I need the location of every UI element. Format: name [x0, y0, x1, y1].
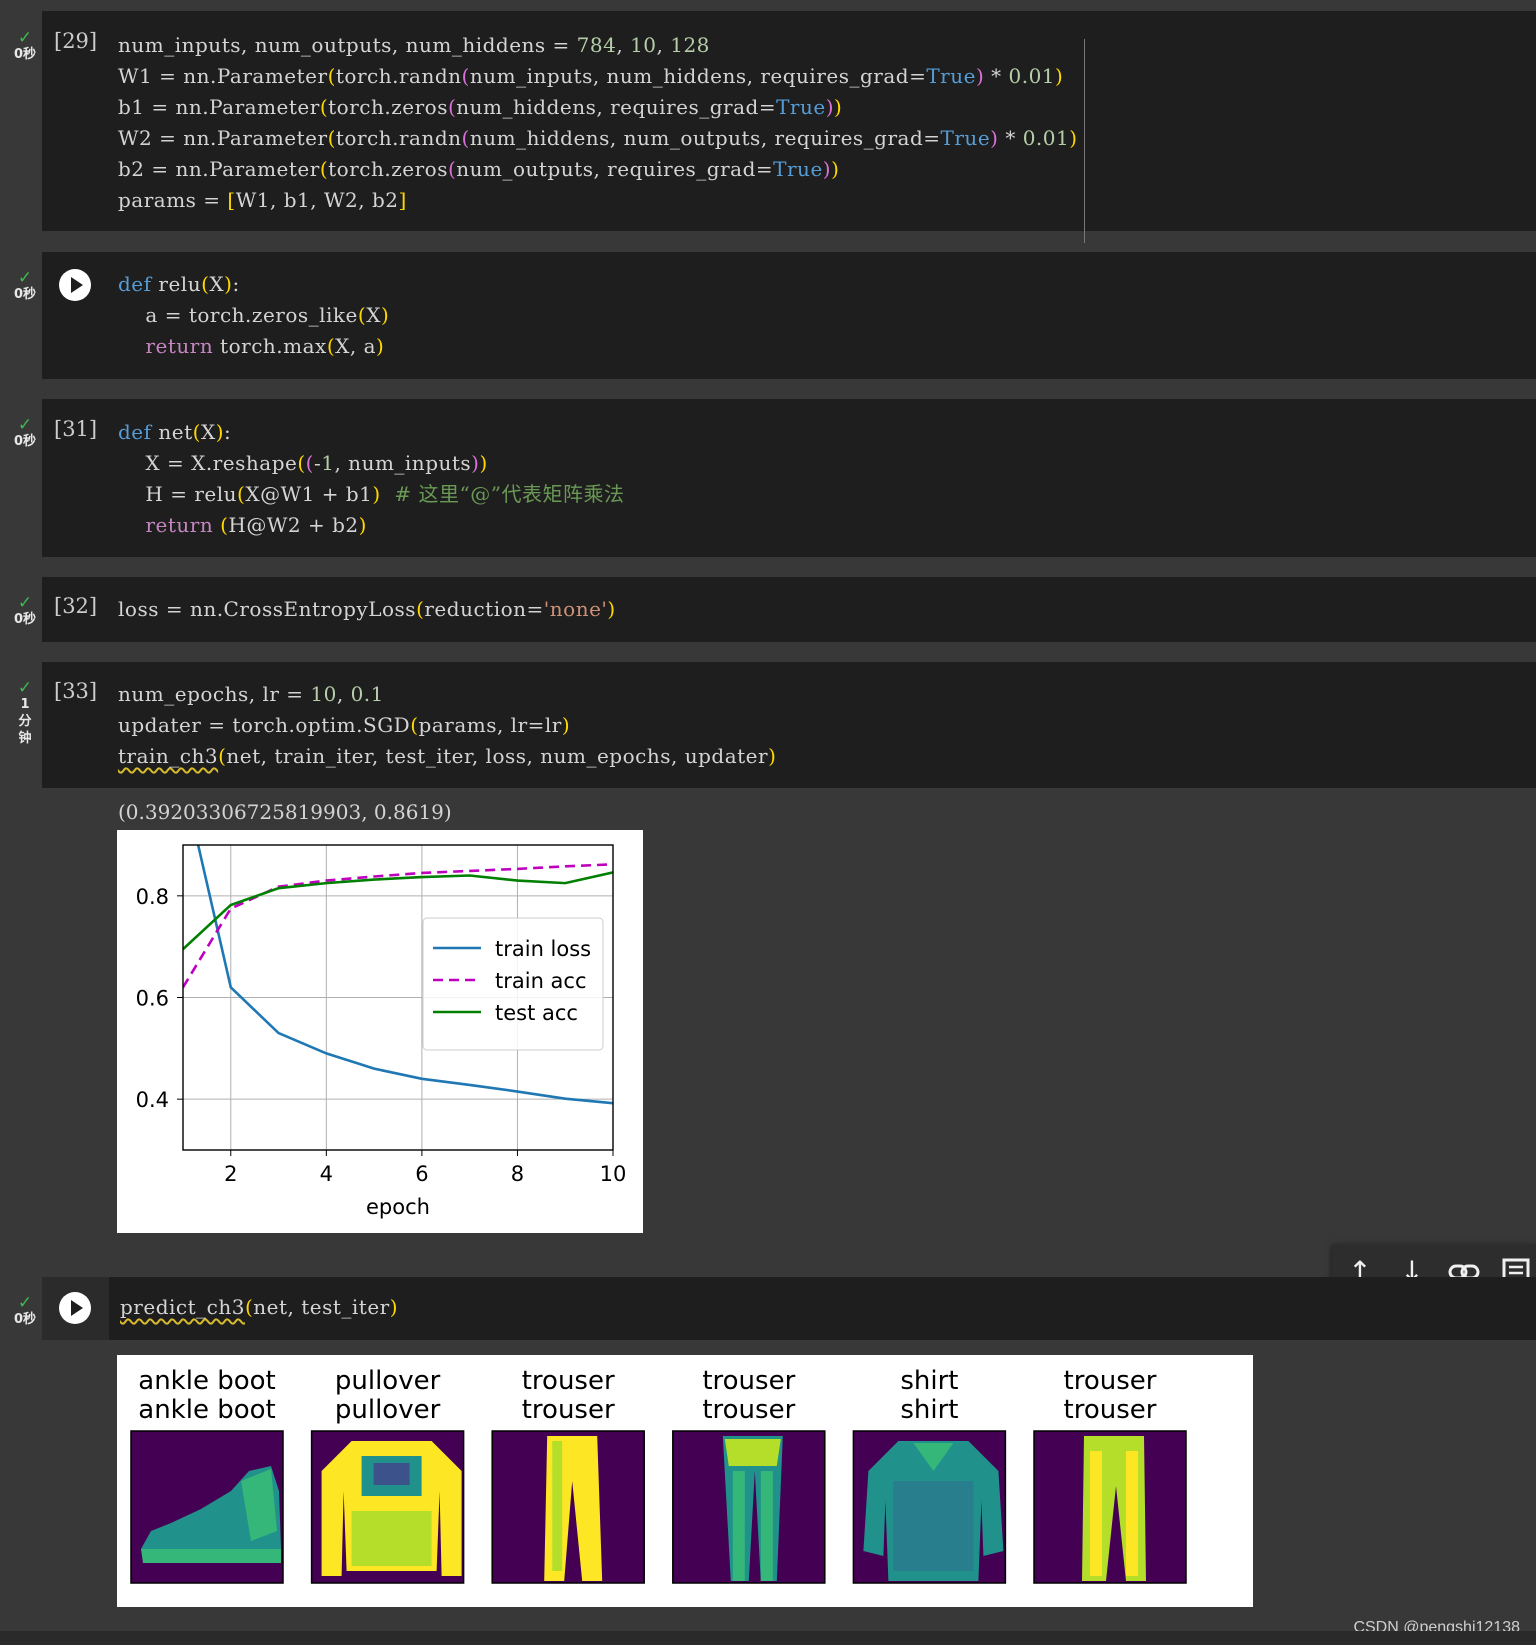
cell-run-area[interactable]: [29] [42, 11, 109, 231]
code-editor[interactable]: def net(X): X = X.reshape((-1, num_input… [118, 417, 624, 541]
code-line: predict_ch3(net, test_iter) [120, 1295, 399, 1319]
line-length-ruler [1084, 39, 1085, 243]
true-label: trouser [702, 1366, 795, 1396]
cell-exec-time: 0秒 [13, 1312, 37, 1327]
code-line: loss = nn.CrossEntropyLoss(reduction='no… [118, 597, 616, 621]
code-cell-31[interactable]: [31] def net(X): X = X.reshape((-1, num_… [42, 399, 1536, 557]
code-line: params = [W1, b1, W2, b2] [118, 188, 407, 212]
cell-run-area[interactable]: [31] [42, 399, 109, 557]
image-trouser2 [672, 1430, 826, 1584]
x-tick-label: 8 [511, 1162, 524, 1186]
code-line: def relu(X): [118, 272, 240, 296]
check-icon: ✓ [17, 28, 33, 48]
cell-exec-time: 0秒 [13, 47, 37, 62]
cell-run-area[interactable] [42, 252, 109, 379]
x-tick-label: 10 [600, 1162, 627, 1186]
code-editor[interactable]: predict_ch3(net, test_iter) [120, 1292, 398, 1323]
y-tick-label: 0.4 [136, 1088, 169, 1112]
cell-status: ✓ 1分钟 [8, 680, 42, 747]
code-editor[interactable]: num_epochs, lr = 10, 0.1 updater = torch… [118, 679, 776, 772]
true-label: trouser [522, 1366, 615, 1396]
legend-label: train loss [495, 937, 591, 961]
cell-status: ✓ 0秒 [8, 1295, 42, 1328]
code-line: num_inputs, num_outputs, num_hiddens = 7… [118, 33, 710, 57]
y-tick-label: 0.8 [136, 885, 169, 909]
code-line: return torch.max(X, a) [145, 334, 385, 358]
cell-run-area[interactable] [42, 1277, 109, 1340]
code-line: num_epochs, lr = 10, 0.1 [118, 682, 384, 706]
code-line: def net(X): [118, 420, 232, 444]
cell-exec-time: 1分钟 [18, 697, 32, 746]
true-label: ankle boot [138, 1366, 275, 1396]
x-axis-label: epoch [366, 1195, 430, 1219]
predicted-label: trouser [702, 1395, 795, 1425]
code-line: W1 = nn.Parameter(torch.randn(num_inputs… [118, 64, 1064, 88]
code-cell-29[interactable]: [29] num_inputs, num_outputs, num_hidden… [42, 11, 1536, 243]
line-chart: 2 4 6 8 10 0.4 0.6 0.8 epoch train loss train acc t… [136, 844, 627, 1219]
code-cell-33[interactable]: [33] num_epochs, lr = 10, 0.1 updater = … [42, 662, 1536, 788]
cell-run-area[interactable]: [33] [42, 662, 109, 788]
check-icon: ✓ [17, 415, 33, 435]
image-trouser3 [1033, 1430, 1187, 1584]
y-tick-label: 0.6 [136, 987, 169, 1011]
bottom-bar [0, 1631, 1536, 1645]
predicted-label: trouser [1064, 1395, 1157, 1425]
cell-gutter [0, 0, 42, 1645]
code-line: train_ch3(net, train_iter, test_iter, lo… [118, 744, 777, 768]
true-label: pullover [335, 1366, 441, 1396]
image-boot [130, 1430, 284, 1584]
cell-status: ✓ 0秒 [8, 270, 42, 303]
prediction-grid: ankle bootankle boot pulloverpullover trou… [130, 1366, 1187, 1584]
code-editor[interactable]: num_inputs, num_outputs, num_hiddens = 7… [118, 30, 1078, 216]
cell-status: ✓ 0秒 [8, 30, 42, 63]
code-line: b2 = nn.Parameter(torch.zeros(num_output… [118, 157, 840, 181]
execution-count: [31] [54, 417, 98, 441]
execution-count: [33] [54, 679, 98, 703]
image-trouser [491, 1430, 645, 1584]
code-cell-32[interactable]: [32] loss = nn.CrossEntropyLoss(reductio… [42, 577, 1536, 642]
legend-label: train acc [495, 969, 587, 993]
true-label: shirt [900, 1366, 958, 1396]
predicted-label: trouser [522, 1395, 615, 1425]
x-tick-label: 4 [320, 1162, 333, 1186]
code-line: updater = torch.optim.SGD(params, lr=lr) [118, 713, 571, 737]
code-cell-30[interactable]: def relu(X): a = torch.zeros_like(X) ret… [42, 252, 1536, 379]
code-cell-34[interactable]: predict_ch3(net, test_iter) [42, 1277, 1536, 1340]
predicted-label: shirt [900, 1395, 958, 1425]
run-cell-button[interactable] [59, 1292, 91, 1324]
x-tick-label: 6 [415, 1162, 428, 1186]
predicted-label: pullover [335, 1395, 441, 1425]
training-plot: 2 4 6 8 10 0.4 0.6 0.8 epoch train loss train acc t… [117, 830, 643, 1233]
cell-status: ✓ 0秒 [8, 595, 42, 628]
cell-run-area[interactable]: [32] [42, 577, 109, 642]
code-line: X = X.reshape((-1, num_inputs)) [118, 451, 488, 475]
code-editor[interactable]: loss = nn.CrossEntropyLoss(reduction='no… [118, 594, 616, 625]
code-line: W2 = nn.Parameter(torch.randn(num_hidden… [118, 126, 1078, 150]
cell-exec-time: 0秒 [13, 434, 37, 449]
check-icon: ✓ [17, 268, 33, 288]
cell-exec-time: 0秒 [13, 612, 37, 627]
execution-count: [29] [54, 29, 98, 53]
code-editor[interactable]: def relu(X): a = torch.zeros_like(X) ret… [118, 269, 389, 362]
cell-output-text: (0.39203306725819903, 0.8619) [118, 800, 452, 824]
image-shirt [852, 1430, 1007, 1584]
x-tick-label: 2 [224, 1162, 237, 1186]
code-line: H = relu(X@W1 + b1) # 这里“@”代表矩阵乘法 [118, 482, 625, 506]
image-pullover [310, 1430, 465, 1584]
cell-status: ✓ 0秒 [8, 417, 42, 450]
code-line: b1 = nn.Parameter(torch.zeros(num_hidden… [118, 95, 843, 119]
true-label: trouser [1064, 1366, 1157, 1396]
code-line: return (H@W2 + b2) [145, 513, 367, 537]
predicted-label: ankle boot [138, 1395, 275, 1425]
code-line: a = torch.zeros_like(X) [118, 303, 390, 327]
run-cell-button[interactable] [59, 269, 91, 301]
prediction-images: ankle boot ankle boot pullover pullover trou… [117, 1355, 1253, 1607]
check-icon: ✓ [17, 678, 33, 698]
execution-count: [32] [54, 594, 98, 618]
legend-label: test acc [495, 1001, 578, 1025]
cell-exec-time: 0秒 [13, 287, 37, 302]
check-icon: ✓ [17, 593, 33, 613]
check-icon: ✓ [17, 1293, 33, 1313]
